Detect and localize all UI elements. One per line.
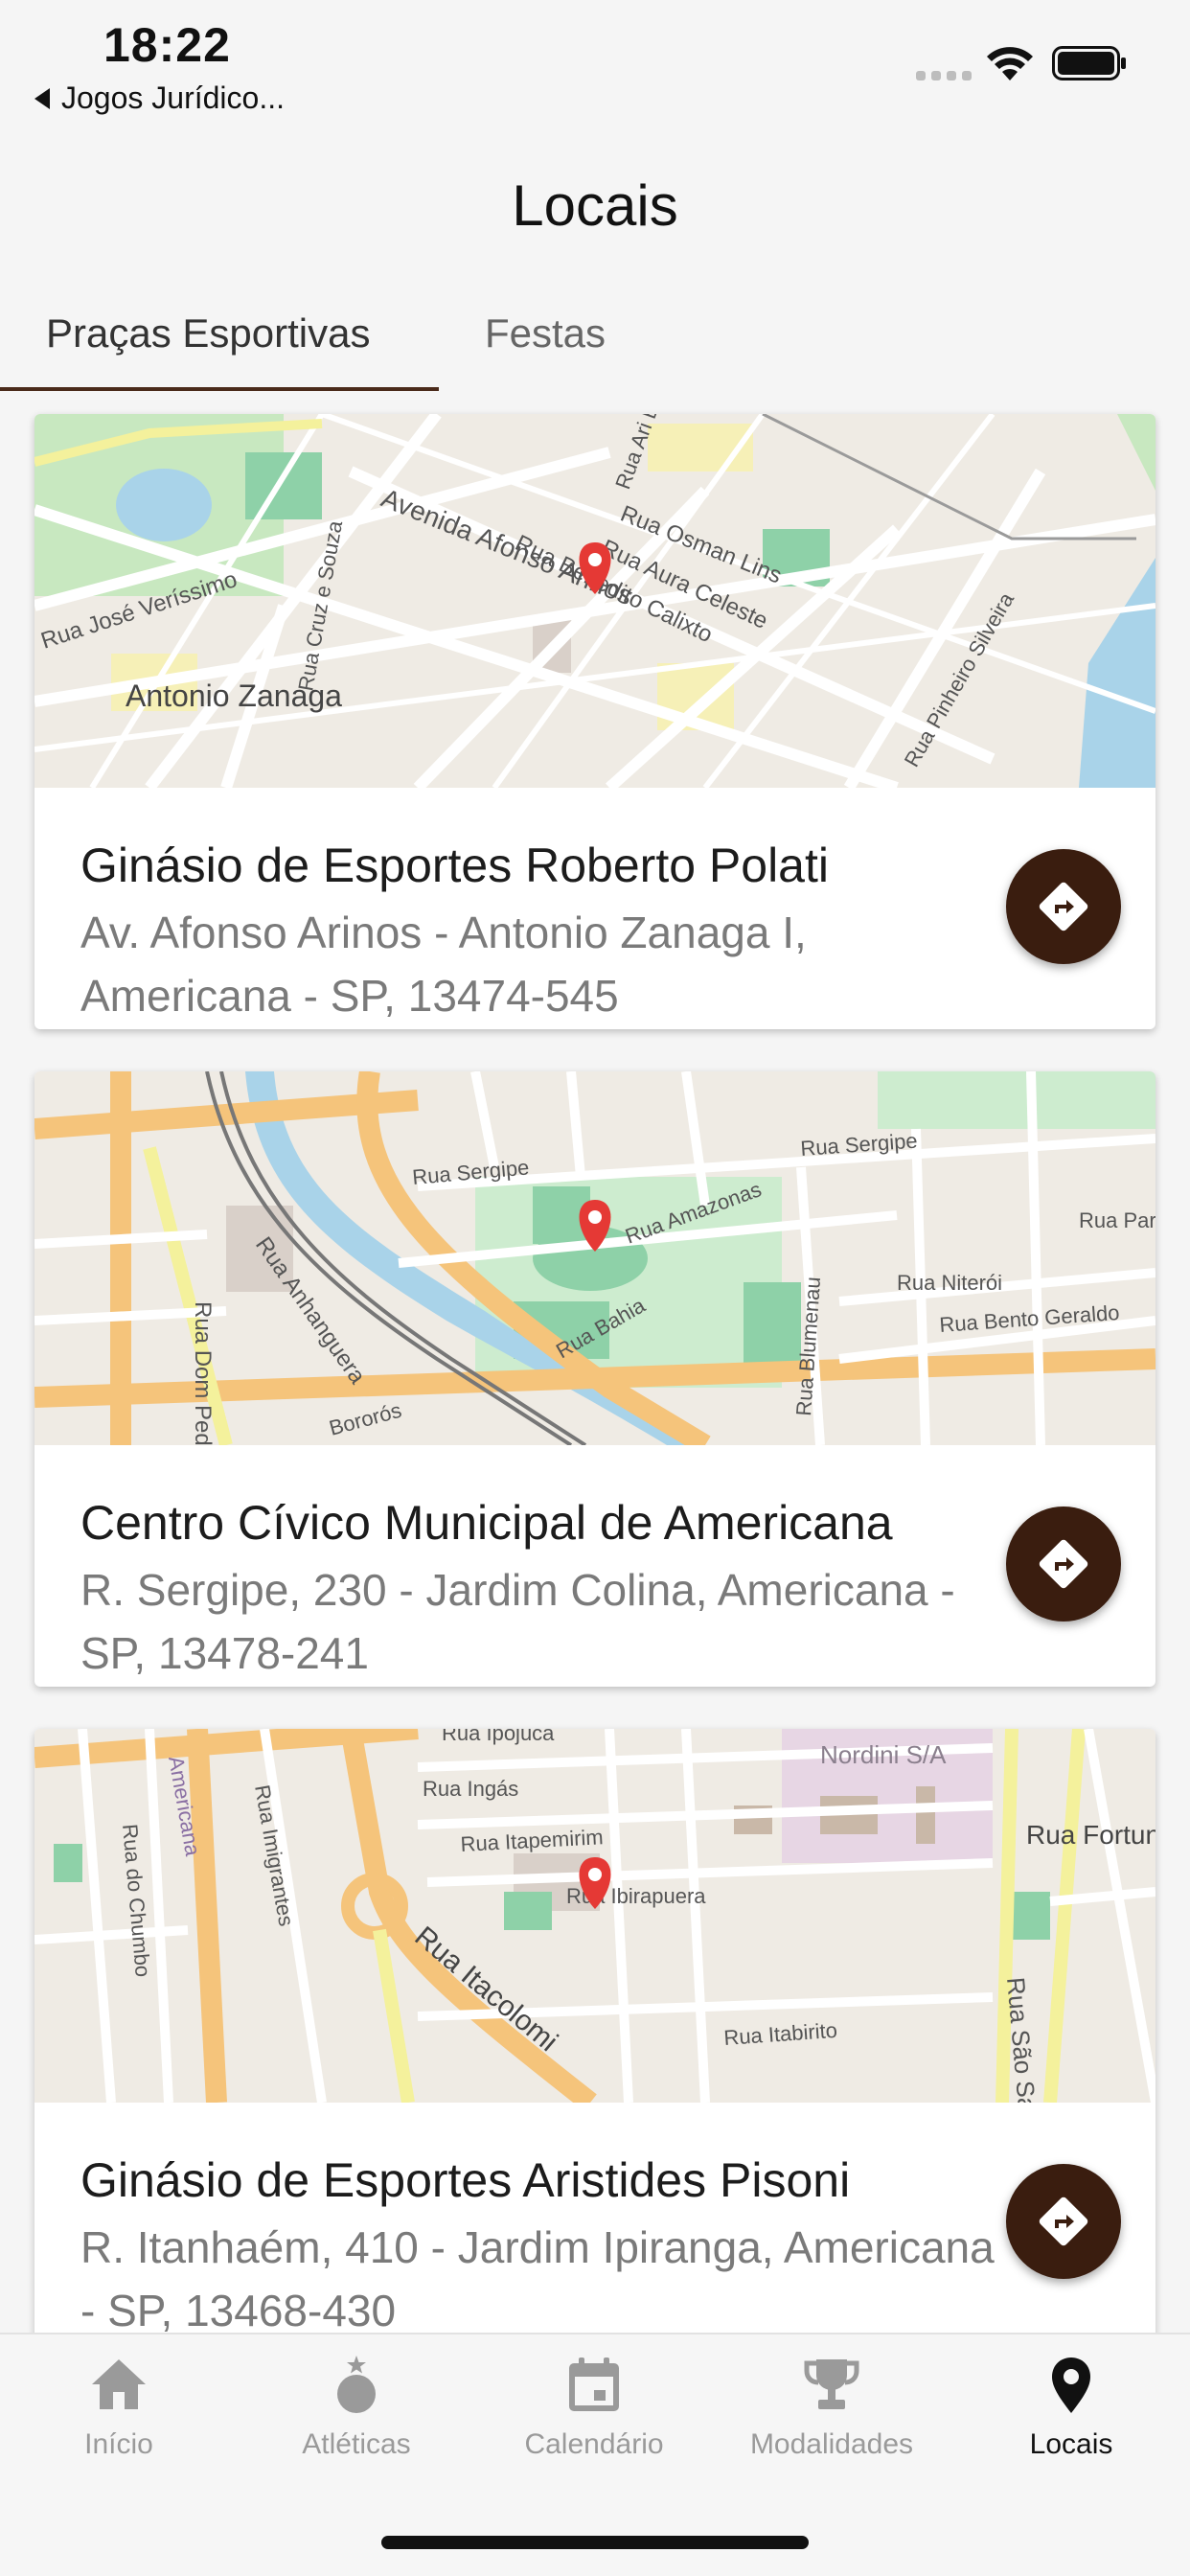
place-address: R. Sergipe, 230 - Jardim Colina, America…	[80, 1565, 955, 1678]
tab-modalidades[interactable]: Modalidades	[713, 2354, 950, 2461]
page-title: Locais	[512, 173, 678, 238]
medal-icon	[337, 2356, 376, 2413]
map-label: Rua Parati	[1079, 1208, 1156, 1232]
tab-label: Atléticas	[302, 2428, 411, 2460]
map-label: Nordini S/A	[820, 1740, 947, 1769]
directions-icon	[1039, 1539, 1088, 1589]
home-icon	[92, 2359, 146, 2409]
directions-button[interactable]	[1006, 1506, 1121, 1622]
places-list[interactable]: Avenida Afonso Arinos Rua Benedito Calix…	[0, 391, 1190, 2333]
map-thumbnail[interactable]: Rua Ipojuca Rua Ingás Rua Itapemirim Rua…	[34, 1729, 1156, 2103]
map-thumbnail[interactable]: Rua Sergipe Rua Sergipe Rua Amazonas Rua…	[34, 1071, 1156, 1445]
trophy-icon	[804, 2359, 859, 2409]
cellular-signal-icon	[916, 71, 972, 80]
tab-inicio[interactable]: Início	[0, 2354, 238, 2461]
back-arrow-icon	[34, 87, 50, 109]
tab-pracas-esportivas[interactable]: Praças Esportivas	[46, 310, 370, 356]
directions-button[interactable]	[1006, 2164, 1121, 2279]
map-label: Rua Fortuna	[1026, 1820, 1156, 1850]
tab-locais[interactable]: Locais	[952, 2354, 1190, 2461]
place-address: R. Itanhaém, 410 - Jardim Ipiranga, Amer…	[80, 2222, 995, 2333]
tab-label: Calendário	[524, 2428, 664, 2460]
place-name: Ginásio de Esportes Roberto Polati	[80, 839, 829, 892]
map-label: Rua Ipojuca	[442, 1729, 555, 1745]
status-bar: 18:22 Jogos Jurídico...	[0, 0, 1190, 125]
place-address: Av. Afonso Arinos - Antonio Zanaga I, Am…	[80, 908, 807, 1021]
tab-label: Início	[84, 2428, 153, 2460]
status-time: 18:22	[103, 18, 231, 72]
map-label: Rua Niterói	[897, 1271, 1002, 1295]
directions-button[interactable]	[1006, 849, 1121, 964]
back-to-app-link[interactable]: Jogos Jurídico...	[34, 80, 285, 116]
map-label: Rua Ingás	[423, 1777, 518, 1801]
calendar-icon	[569, 2358, 619, 2411]
tab-label: Modalidades	[749, 2428, 914, 2460]
directions-icon	[1039, 882, 1088, 932]
tab-label: Locais	[1029, 2428, 1113, 2460]
home-indicator[interactable]	[381, 2536, 809, 2549]
place-card[interactable]: Rua Sergipe Rua Sergipe Rua Amazonas Rua…	[34, 1071, 1156, 1687]
place-card[interactable]: Avenida Afonso Arinos Rua Benedito Calix…	[34, 414, 1156, 1029]
map-label: Rua Dom Pedro	[190, 1301, 216, 1445]
back-app-label: Jogos Jurídico...	[61, 80, 285, 115]
map-thumbnail[interactable]: Avenida Afonso Arinos Rua Benedito Calix…	[34, 414, 1156, 788]
place-card[interactable]: Rua Ipojuca Rua Ingás Rua Itapemirim Rua…	[34, 1729, 1156, 2333]
place-name: Ginásio de Esportes Aristides Pisoni	[80, 2153, 851, 2207]
tab-atleticas[interactable]: Atléticas	[238, 2354, 475, 2461]
tab-calendario[interactable]: Calendário	[475, 2354, 713, 2461]
map-pin-icon	[1052, 2358, 1090, 2413]
battery-icon	[1052, 46, 1126, 80]
segment-tabs: Praças Esportivas Festas	[0, 288, 1190, 391]
place-name: Centro Cívico Municipal de Americana	[80, 1496, 893, 1550]
wifi-icon	[987, 47, 1033, 80]
directions-icon	[1039, 2196, 1088, 2246]
tab-festas[interactable]: Festas	[485, 310, 606, 356]
